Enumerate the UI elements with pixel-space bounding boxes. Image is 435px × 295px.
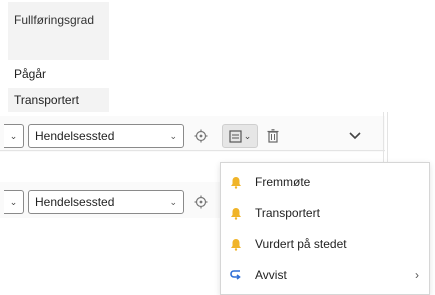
- bell-icon: [229, 175, 243, 189]
- column-header-fullforingsgrad[interactable]: Fullføringsgrad: [8, 2, 109, 38]
- table-row[interactable]: Transportert: [8, 88, 109, 112]
- trash-icon: [267, 129, 279, 143]
- menu-item-fremmote[interactable]: Fremmøte: [221, 167, 429, 197]
- previous-select-dropdown[interactable]: ⌄: [4, 124, 24, 148]
- menu-item-transportert[interactable]: Transportert: [221, 198, 429, 228]
- status-dropdown-menu: Fremmøte Transportert Vurdert på stedet …: [220, 162, 430, 295]
- chevron-down-icon: ⌄: [9, 130, 18, 141]
- menu-item-label: Fremmøte: [255, 175, 311, 189]
- location-select-value: Hendelsessted: [35, 129, 115, 143]
- expand-row-button[interactable]: [344, 125, 366, 147]
- table-row-empty: [8, 38, 109, 60]
- chevron-down-icon: [349, 132, 361, 140]
- chevron-right-icon: ›: [415, 268, 419, 282]
- chevron-down-icon: ⌄: [169, 196, 177, 207]
- location-select[interactable]: Hendelsessted ⌄: [28, 190, 184, 214]
- table-cell-value: Transportert: [14, 93, 79, 107]
- crosshair-icon: [194, 195, 208, 209]
- chevron-down-icon: ⌄: [9, 196, 18, 207]
- column-header-label: Fullføringsgrad: [14, 13, 95, 27]
- menu-item-label: Vurdert på stedet: [255, 237, 347, 251]
- menu-item-avvist[interactable]: Avvist ›: [221, 260, 429, 290]
- table-row[interactable]: Pågår: [8, 62, 109, 86]
- menu-item-label: Transportert: [255, 206, 320, 220]
- previous-select-dropdown[interactable]: ⌄: [4, 190, 24, 214]
- menu-item-label: Avvist: [255, 268, 287, 282]
- status-menu-button[interactable]: ⌄: [222, 124, 258, 148]
- location-select[interactable]: Hendelsessted ⌄: [28, 124, 184, 148]
- chevron-down-icon: ⌄: [169, 130, 177, 141]
- menu-item-vurdert[interactable]: Vurdert på stedet: [221, 229, 429, 259]
- locate-button[interactable]: [190, 125, 212, 147]
- location-select-value: Hendelsessted: [35, 195, 115, 209]
- crosshair-icon: [194, 129, 208, 143]
- locate-button[interactable]: [190, 191, 212, 213]
- row-divider: [0, 150, 385, 151]
- bell-icon: [229, 237, 243, 251]
- table-cell-value: Pågår: [14, 67, 47, 81]
- chevron-down-icon: ⌄: [243, 130, 252, 141]
- bell-icon: [229, 206, 243, 220]
- return-arrow-icon: [229, 268, 243, 282]
- document-icon: [229, 129, 242, 143]
- delete-button[interactable]: [262, 125, 284, 147]
